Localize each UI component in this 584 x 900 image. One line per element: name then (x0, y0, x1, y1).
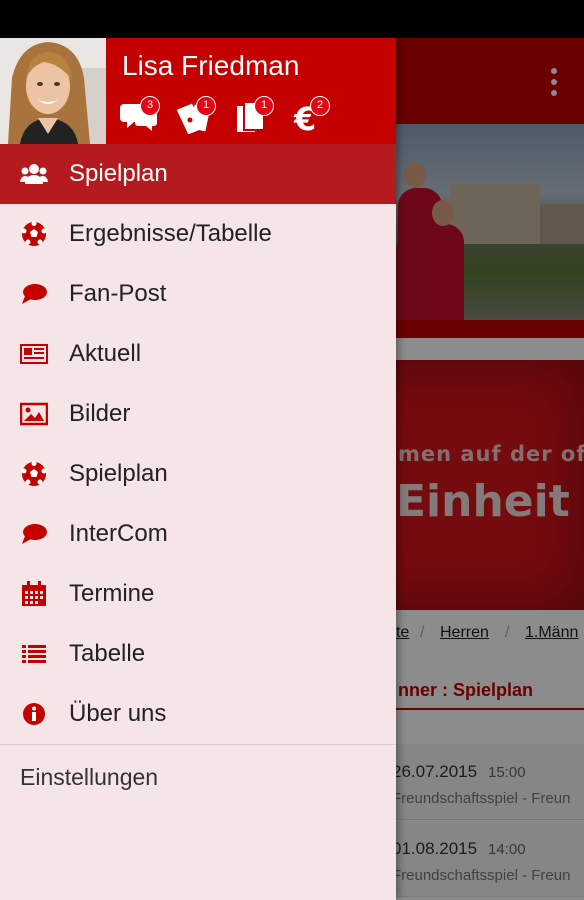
settings-label: Einstellungen (20, 764, 159, 790)
status-bar (0, 0, 584, 38)
menu-item-ergebnisse-tabelle[interactable]: Ergebnisse/Tabelle (0, 204, 396, 264)
menu-label: Tabelle (69, 640, 146, 667)
menu-label: Spielplan (69, 160, 168, 187)
menu-label: InterCom (69, 520, 168, 547)
calendar-icon (22, 581, 46, 606)
speech-bubble-icon (22, 524, 47, 544)
messages-button[interactable]: 3 (120, 96, 164, 136)
documents-badge: 1 (254, 96, 274, 116)
tickets-badge: 1 (196, 96, 216, 116)
menu-item-aktuell[interactable]: Aktuell (0, 324, 396, 384)
tickets-button[interactable]: 1 (176, 96, 220, 136)
menu-divider (0, 744, 396, 745)
menu-label: Spielplan (69, 460, 168, 487)
navigation-drawer: Lisa Friedman 3 1 1 € 2 Spielplan Ergebn… (0, 38, 396, 900)
menu-item-tabelle[interactable]: Tabelle (0, 624, 396, 684)
soccer-ball-icon (21, 461, 47, 486)
menu-item-fan-post[interactable]: Fan-Post (0, 264, 396, 324)
menu-item-bilder[interactable]: Bilder (0, 384, 396, 444)
soccer-ball-icon (21, 221, 47, 246)
user-name[interactable]: Lisa Friedman (122, 50, 299, 82)
menu-item-termine[interactable]: Termine (0, 564, 396, 624)
documents-button[interactable]: 1 (234, 96, 278, 136)
image-icon (20, 402, 48, 426)
newspaper-icon (20, 344, 48, 364)
avatar[interactable] (0, 38, 106, 144)
settings-item[interactable]: Einstellungen (0, 746, 396, 810)
menu-label: Ergebnisse/Tabelle (69, 220, 272, 247)
menu-label: Über uns (69, 700, 167, 727)
menu-label: Fan-Post (69, 280, 167, 307)
info-icon (23, 703, 45, 725)
drawer-header: Lisa Friedman 3 1 1 € 2 (0, 38, 396, 144)
speech-bubble-icon (22, 284, 47, 304)
payments-button[interactable]: € 2 (292, 96, 336, 136)
payments-badge: 2 (310, 96, 330, 116)
menu-item-spielplan[interactable]: Spielplan (0, 144, 396, 204)
drawer-menu: Spielplan Ergebnisse/Tabelle Fan-Post Ak… (0, 144, 396, 744)
menu-item-intercom[interactable]: InterCom (0, 504, 396, 564)
list-icon (22, 645, 46, 663)
menu-label: Bilder (69, 400, 131, 427)
menu-item-spielplan-2[interactable]: Spielplan (0, 444, 396, 504)
menu-item-ueber-uns[interactable]: Über uns (0, 684, 396, 744)
menu-label: Aktuell (69, 340, 142, 367)
menu-label: Termine (69, 580, 155, 607)
messages-badge: 3 (140, 96, 160, 116)
users-icon (20, 164, 48, 184)
